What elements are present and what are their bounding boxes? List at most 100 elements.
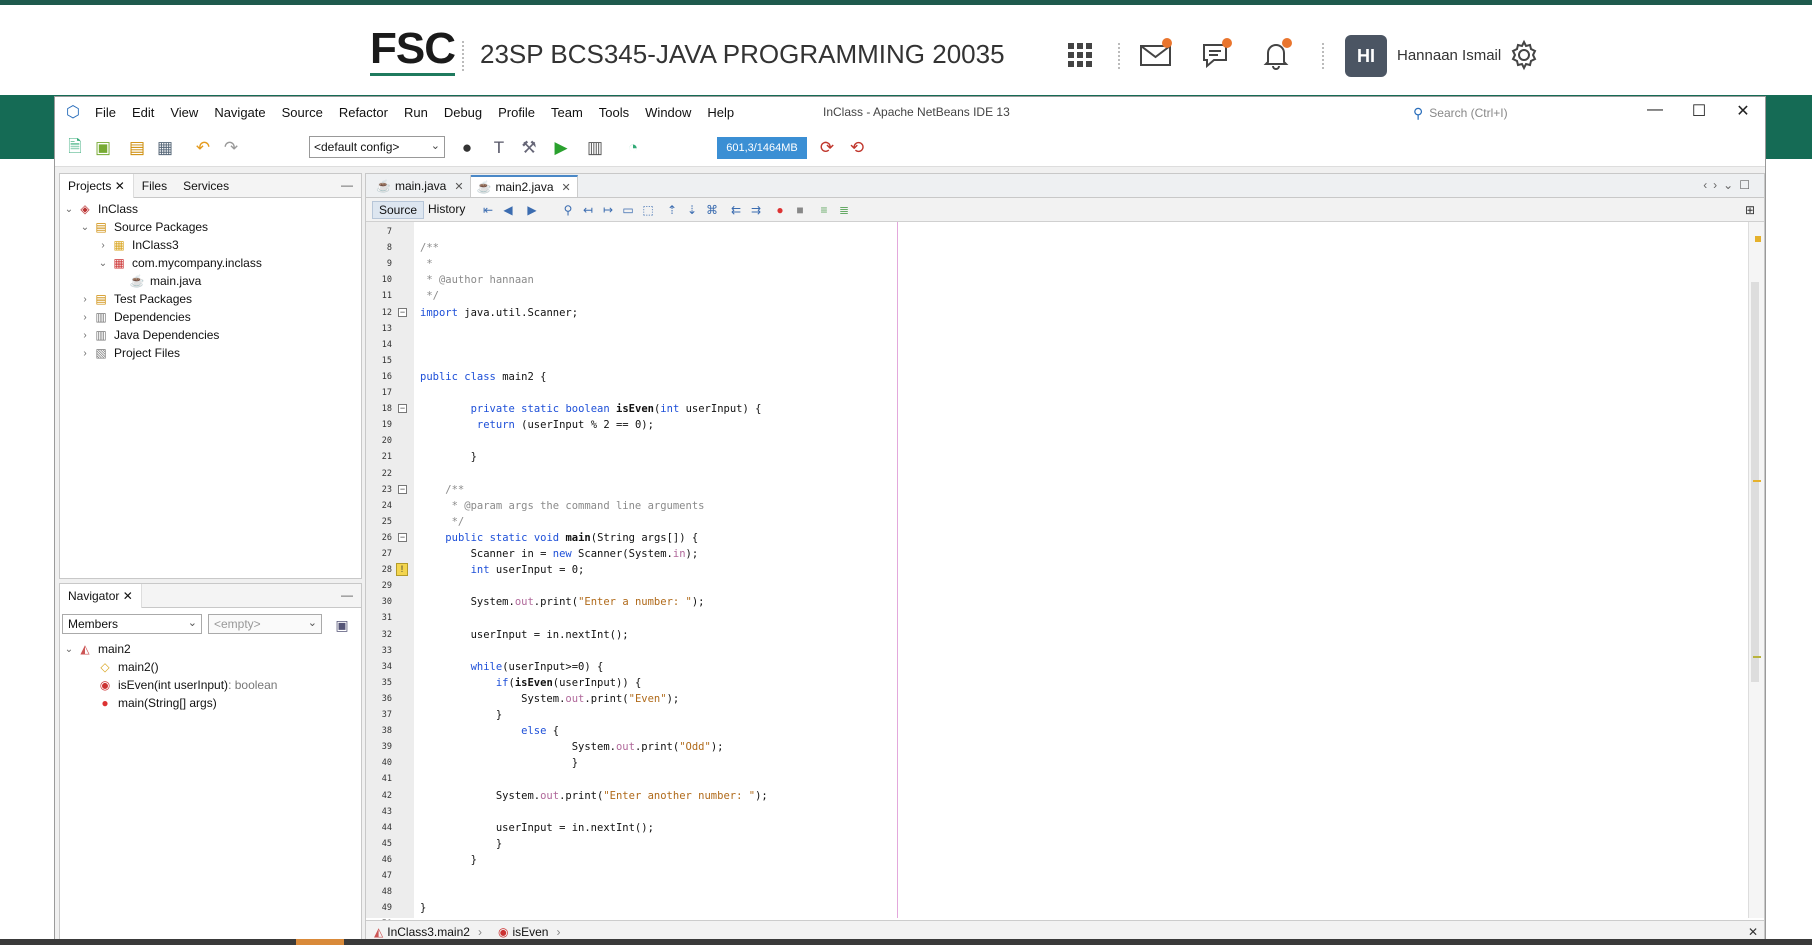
menu-edit[interactable]: Edit bbox=[124, 105, 162, 120]
previous-bookmark-icon[interactable]: ⇡ bbox=[664, 203, 680, 217]
build-icon[interactable]: ⚒ bbox=[517, 137, 541, 159]
menu-run[interactable]: Run bbox=[396, 105, 436, 120]
fold-toggle-icon[interactable]: − bbox=[398, 532, 407, 542]
fsc-logo[interactable]: FSC bbox=[370, 27, 456, 76]
code-line[interactable]: } bbox=[420, 755, 1749, 771]
menu-team[interactable]: Team bbox=[543, 105, 591, 120]
code-line[interactable]: * @author hannaan bbox=[420, 272, 1749, 288]
code-line[interactable]: * bbox=[420, 256, 1749, 272]
code-line[interactable]: * @param args the command line arguments bbox=[420, 498, 1749, 514]
tab-history[interactable]: History bbox=[422, 201, 471, 219]
code-line[interactable]: */ bbox=[420, 288, 1749, 304]
menu-refactor[interactable]: Refactor bbox=[331, 105, 396, 120]
code-line[interactable]: } bbox=[420, 836, 1749, 852]
last-edit-icon[interactable]: ⇤ bbox=[480, 203, 496, 217]
menu-profile[interactable]: Profile bbox=[490, 105, 543, 120]
menu-window[interactable]: Window bbox=[637, 105, 699, 120]
members-select[interactable]: Members ⌄ bbox=[62, 614, 202, 634]
apps-grid-icon[interactable] bbox=[1062, 37, 1098, 73]
tab-main-java[interactable]: ☕ main.java ✕ bbox=[370, 175, 471, 197]
code-line[interactable] bbox=[420, 353, 1749, 369]
code-line[interactable] bbox=[420, 771, 1749, 787]
code-line[interactable]: */ bbox=[420, 514, 1749, 530]
ide-search-input[interactable]: ⚲ Search (Ctrl+I) bbox=[1413, 103, 1683, 123]
code-line[interactable]: private static boolean isEven(int userIn… bbox=[420, 401, 1749, 417]
code-line[interactable]: import java.util.Scanner; bbox=[420, 305, 1749, 321]
code-line[interactable]: userInput = in.nextInt(); bbox=[420, 627, 1749, 643]
code-line[interactable] bbox=[420, 884, 1749, 900]
error-stripe[interactable] bbox=[1748, 222, 1764, 918]
navigator-member[interactable]: ● main(String[] args) bbox=[60, 694, 361, 712]
tree-node[interactable]: ⌄ ◈ InClass bbox=[60, 200, 361, 218]
config-select[interactable]: <default config> ⌄ bbox=[309, 136, 445, 158]
code-line[interactable]: System.out.print("Odd"); bbox=[420, 739, 1749, 755]
shift-right-icon[interactable]: ⇉ bbox=[748, 203, 764, 217]
back-icon[interactable]: ◀ bbox=[500, 203, 516, 217]
code-line[interactable] bbox=[420, 916, 1749, 918]
tab-files[interactable]: Files bbox=[134, 179, 175, 193]
code-line[interactable]: else { bbox=[420, 723, 1749, 739]
breadcrumb-method[interactable]: ◉ isEven bbox=[498, 925, 549, 939]
new-project-icon[interactable]: ▣ bbox=[91, 137, 115, 159]
hint-bulb-icon[interactable]: ! bbox=[396, 563, 408, 577]
maximize-button[interactable]: ☐ bbox=[1689, 101, 1709, 121]
code-line[interactable]: System.out.print("Even"); bbox=[420, 691, 1749, 707]
tree-node[interactable]: › ▧ Project Files bbox=[60, 344, 361, 362]
split-editor-icon[interactable]: ⊞ bbox=[1742, 203, 1758, 217]
user-name[interactable]: Hannaan Ismail bbox=[1397, 47, 1501, 64]
code-line[interactable]: public static void main(String args[]) { bbox=[420, 530, 1749, 546]
tree-node[interactable]: ⌄ ▤ Source Packages bbox=[60, 218, 361, 236]
code-line[interactable]: /** bbox=[420, 240, 1749, 256]
code-line[interactable] bbox=[420, 433, 1749, 449]
tab-scroll-controls[interactable]: ‹›⌄☐ bbox=[1703, 178, 1756, 192]
forward-icon[interactable]: ▶ bbox=[524, 203, 540, 217]
user-avatar[interactable]: HI bbox=[1345, 35, 1387, 77]
expand-icon[interactable]: › bbox=[78, 330, 92, 341]
expand-icon[interactable]: › bbox=[78, 348, 92, 359]
profile-icon[interactable]: ◔ bbox=[621, 137, 645, 159]
gear-icon[interactable] bbox=[1506, 37, 1542, 73]
fold-toggle-icon[interactable]: − bbox=[398, 404, 407, 414]
code-line[interactable]: int userInput = 0; bbox=[420, 562, 1749, 578]
minimize-panel-icon[interactable]: — bbox=[341, 588, 353, 602]
next-bookmark-icon[interactable]: ⇣ bbox=[684, 203, 700, 217]
code-line[interactable]: return (userInput % 2 == 0); bbox=[420, 417, 1749, 433]
menu-navigate[interactable]: Navigate bbox=[206, 105, 273, 120]
expand-icon[interactable]: › bbox=[78, 294, 92, 305]
profile-snapshot-icon[interactable]: ⟲ bbox=[845, 137, 869, 159]
shift-left-icon[interactable]: ⇇ bbox=[728, 203, 744, 217]
browser-icon[interactable]: ● bbox=[455, 137, 479, 159]
start-macro-icon[interactable]: ● bbox=[772, 203, 788, 217]
code-line[interactable]: while(userInput>=0) { bbox=[420, 659, 1749, 675]
menu-view[interactable]: View bbox=[162, 105, 206, 120]
tree-node[interactable]: › ▤ Test Packages bbox=[60, 290, 361, 308]
open-project-icon[interactable]: ▤ bbox=[125, 137, 149, 159]
code-line[interactable] bbox=[420, 385, 1749, 401]
navigator-root[interactable]: ⌄ ◭ main2 bbox=[60, 640, 361, 658]
close-window-button[interactable]: ✕ bbox=[1733, 101, 1753, 121]
tree-node[interactable]: › ▥ Dependencies bbox=[60, 308, 361, 326]
warning-marker[interactable] bbox=[1753, 656, 1761, 658]
collapse-icon[interactable]: ⌄ bbox=[62, 644, 76, 655]
tab-services[interactable]: Services bbox=[175, 179, 237, 193]
fold-toggle-icon[interactable]: − bbox=[398, 484, 407, 494]
code-line[interactable]: public class main2 { bbox=[420, 369, 1749, 385]
gc-icon[interactable]: ⟳ bbox=[815, 137, 839, 159]
code-line[interactable]: System.out.print("Enter a number: "); bbox=[420, 594, 1749, 610]
expand-icon[interactable]: › bbox=[96, 240, 110, 251]
menu-help[interactable]: Help bbox=[699, 105, 742, 120]
code-line[interactable]: } bbox=[420, 852, 1749, 868]
code-line[interactable] bbox=[420, 578, 1749, 594]
fold-toggle-icon[interactable]: − bbox=[398, 307, 407, 317]
debug-icon[interactable]: ▥ bbox=[583, 137, 607, 159]
find-previous-icon[interactable]: ↤ bbox=[580, 203, 596, 217]
code-line[interactable]: Scanner in = new Scanner(System.in); bbox=[420, 546, 1749, 562]
run-icon[interactable]: ▶ bbox=[549, 137, 573, 159]
code-line[interactable] bbox=[420, 466, 1749, 482]
navigator-member[interactable]: ◉ isEven(int userInput) : boolean bbox=[60, 676, 361, 694]
code-line[interactable]: } bbox=[420, 900, 1749, 916]
menu-debug[interactable]: Debug bbox=[436, 105, 490, 120]
close-tab-icon[interactable]: ✕ bbox=[454, 180, 463, 193]
menu-tools[interactable]: Tools bbox=[591, 105, 637, 120]
tree-node[interactable]: › ▦ InClass3 bbox=[60, 236, 361, 254]
